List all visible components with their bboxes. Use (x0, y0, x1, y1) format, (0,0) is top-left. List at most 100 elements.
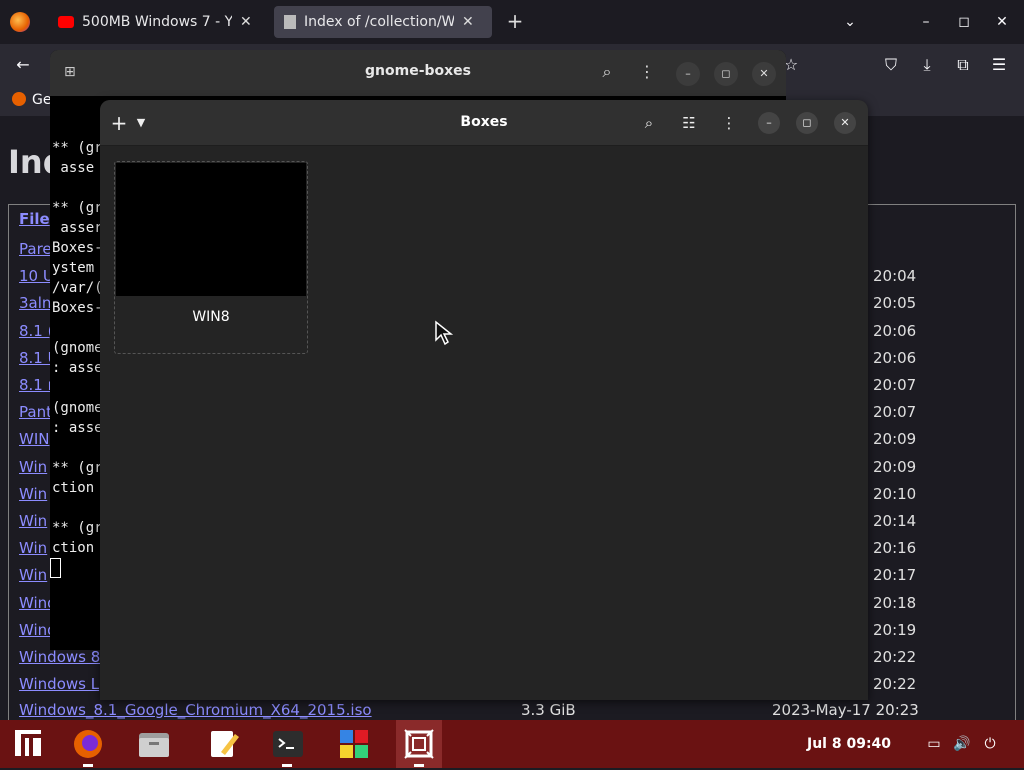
file-time: 20:09 (873, 458, 917, 476)
vm-name: WIN8 (192, 309, 230, 325)
file-link[interactable]: 8.1 r (19, 376, 54, 394)
tab-index[interactable]: Index of /collection/Win ✕ (274, 6, 492, 38)
youtube-icon (58, 16, 74, 28)
terminal-cursor (50, 558, 61, 578)
tab-youtube[interactable]: 500MB Windows 7 - You ✕ (48, 6, 266, 38)
window-list-icon[interactable]: ▭ (924, 734, 944, 754)
close-icon[interactable]: ✕ (834, 112, 856, 134)
file-link[interactable]: Win (19, 485, 47, 503)
minimize-icon[interactable]: – (676, 62, 700, 86)
list-tabs-icon[interactable]: ⌄ (840, 12, 860, 32)
firefox-bookmark-icon (12, 92, 26, 106)
running-indicator (414, 764, 424, 767)
file-time: 20:07 (873, 403, 917, 421)
file-time: 20:09 (873, 430, 917, 448)
file-icon (284, 15, 296, 29)
software-center-icon[interactable] (336, 728, 372, 760)
terminal-line: Boxes- (52, 300, 103, 316)
new-tab-button[interactable]: + (504, 10, 526, 32)
power-icon[interactable]: ⏻ (980, 734, 1000, 754)
file-time: 20:22 (873, 675, 917, 693)
back-icon[interactable]: ← (12, 54, 34, 76)
pocket-icon[interactable]: ⛉ (880, 54, 902, 76)
list-view-icon[interactable]: ☷ (678, 112, 700, 134)
search-icon[interactable]: ⌕ (638, 112, 660, 134)
file-time: 20:04 (873, 267, 917, 285)
tab-label: Index of /collection/Win (304, 14, 454, 30)
terminal-line: ** (gr (52, 200, 103, 216)
close-tab-icon[interactable]: ✕ (462, 14, 474, 30)
terminal-line: asse (52, 160, 95, 176)
file-time: 20:07 (873, 376, 917, 394)
terminal-line: ction (52, 540, 95, 556)
running-indicator (282, 764, 292, 767)
file-time: 20:16 (873, 539, 917, 557)
file-link[interactable]: 10 U (19, 267, 54, 285)
terminal-line: (gnome (52, 340, 103, 356)
boxes-app-icon[interactable] (401, 728, 437, 760)
mouse-pointer-icon (435, 320, 454, 346)
maximize-icon[interactable]: ◻ (954, 12, 974, 32)
bookmark-label[interactable]: Ge (32, 92, 51, 108)
kebab-menu-icon[interactable]: ⋮ (718, 112, 740, 134)
minimize-icon[interactable]: – (758, 112, 780, 134)
file-link[interactable]: Win (19, 566, 47, 584)
file-link[interactable]: Win (19, 458, 47, 476)
tab-label: 500MB Windows 7 - You (82, 14, 232, 30)
terminal-line: ** (gr (52, 520, 103, 536)
file-link[interactable]: Pant (19, 403, 52, 421)
close-tab-icon[interactable]: ✕ (240, 14, 252, 30)
kebab-menu-icon[interactable]: ⋮ (636, 62, 658, 84)
minimize-icon[interactable]: – (916, 12, 936, 32)
file-time: 20:06 (873, 349, 917, 367)
files-icon[interactable] (136, 728, 172, 760)
close-icon[interactable]: ✕ (992, 12, 1012, 32)
file-date: 2023-May-17 20:23 (772, 701, 919, 719)
search-icon[interactable]: ⌕ (596, 62, 618, 84)
file-time: 20:05 (873, 294, 917, 312)
file-link[interactable]: 3aln (19, 294, 51, 312)
maximize-icon[interactable]: ◻ (796, 112, 818, 134)
column-header-file[interactable]: File (19, 210, 50, 228)
extensions-icon[interactable]: ⧉ (952, 54, 974, 76)
file-link[interactable]: Windows L (19, 675, 99, 693)
terminal-line: ** (gr (52, 460, 103, 476)
firefox-menu-icon[interactable] (10, 12, 30, 32)
file-link[interactable]: 8.1 ( (19, 322, 53, 340)
file-link[interactable]: Win (19, 539, 47, 557)
file-link[interactable]: WIN (19, 430, 49, 448)
clock[interactable]: Jul 8 09:40 (807, 736, 891, 752)
file-link[interactable]: Win (19, 512, 47, 530)
file-size: 3.3 GiB (521, 701, 576, 719)
file-link[interactable]: Windows_8.1_Google_Chromium_X64_2015.iso (19, 701, 372, 719)
terminal-line: asser (52, 220, 103, 236)
file-time: 20:18 (873, 594, 917, 612)
terminal-line: (gnome (52, 400, 103, 416)
close-icon[interactable]: ✕ (752, 62, 776, 86)
menu-icon[interactable]: ☰ (988, 54, 1010, 76)
file-time: 20:14 (873, 512, 917, 530)
terminal-line: ystem (52, 260, 95, 276)
terminal-line: : asse (52, 360, 103, 376)
boxes-title: Boxes (460, 114, 508, 130)
file-link[interactable]: Pare (19, 240, 52, 258)
text-editor-icon[interactable] (206, 728, 242, 760)
terminal-line: ction (52, 480, 95, 496)
terminal-icon[interactable] (270, 728, 306, 760)
terminal-line: ** (gr (52, 140, 103, 156)
app-menu-icon[interactable] (10, 728, 46, 760)
file-time: 20:22 (873, 648, 917, 666)
file-time: 20:06 (873, 322, 917, 340)
running-indicator (83, 764, 93, 767)
terminal-line: /var/( (52, 280, 103, 296)
file-time: 20:10 (873, 485, 917, 503)
file-time: 20:17 (873, 566, 917, 584)
download-icon[interactable]: ⤓ (916, 54, 938, 76)
volume-icon[interactable]: 🔊 (952, 734, 972, 754)
terminal-line: : asse (52, 420, 103, 436)
vm-thumbnail[interactable] (116, 163, 306, 296)
terminal-line: Boxes- (52, 240, 103, 256)
maximize-icon[interactable]: ◻ (714, 62, 738, 86)
file-link[interactable]: Windows 8 (19, 648, 100, 666)
firefox-icon[interactable] (70, 728, 106, 760)
